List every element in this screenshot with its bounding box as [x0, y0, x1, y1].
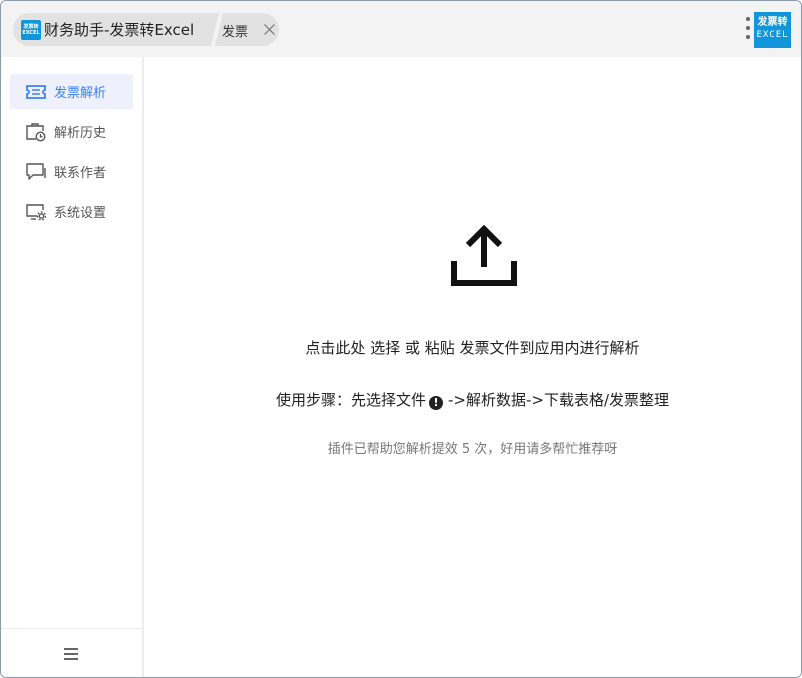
ticket-icon — [26, 85, 46, 99]
close-icon[interactable] — [263, 23, 276, 36]
main-content: 点击此处 选择 或 粘贴 发票文件到应用内进行解析 使用步骤：先选择文件! ->解… — [144, 57, 801, 677]
sidebar-item-label: 发票解析 — [54, 86, 107, 101]
tab-invoice[interactable]: 发票 — [221, 13, 279, 46]
sidebar-footer — [1, 628, 142, 677]
steps-suffix: ->解析数据->下载表格/发票整理 — [447, 391, 670, 409]
drop-or: 或 — [400, 339, 425, 357]
steps-prefix: 使用步骤：先选择文件 — [275, 391, 426, 409]
tab-app[interactable]: 发票转 EXCEL 财务助手-发票转Excel — [13, 13, 213, 46]
info-icon[interactable]: ! — [428, 396, 443, 410]
message-icon — [26, 163, 46, 180]
sidebar-item-label: 解析历史 — [54, 126, 107, 141]
drop-suffix: 发票文件到应用内进行解析 — [454, 339, 640, 357]
app-logo-icon: 发票转 EXCEL — [21, 20, 41, 40]
sidebar-item-contact[interactable]: 联系作者 — [10, 154, 133, 189]
history-icon — [26, 123, 46, 142]
usage-steps: 使用步骤：先选择文件! ->解析数据->下载表格/发票整理 — [144, 389, 801, 410]
select-file-link[interactable]: 选择 — [370, 339, 400, 357]
sidebar: 发票解析 解析历史 联系作者 系统设置 — [1, 57, 144, 677]
sidebar-item-invoice-parse[interactable]: 发票解析 — [10, 74, 133, 109]
title-bar: 发票转 EXCEL 财务助手-发票转Excel 发票 发票转 EXCEL — [1, 1, 801, 57]
app-logo-text-bottom: EXCEL — [22, 30, 40, 36]
settings-monitor-icon — [26, 204, 47, 221]
hamburger-icon[interactable] — [63, 647, 79, 661]
tab-app-label: 财务助手-发票转Excel — [44, 21, 195, 39]
usage-note: 插件已帮助您解析提效 5 次，好用请多帮忙推荐呀 — [327, 442, 618, 457]
brand-badge[interactable]: 发票转 EXCEL — [754, 12, 791, 48]
tab-invoice-label: 发票 — [222, 25, 249, 40]
tab-bar: 发票转 EXCEL 财务助手-发票转Excel 发票 — [13, 13, 279, 46]
sidebar-item-label: 系统设置 — [54, 206, 107, 221]
paste-file-link[interactable]: 粘贴 — [425, 339, 455, 357]
app-window: 发票转 EXCEL 财务助手-发票转Excel 发票 发票转 EXCEL 发票解… — [0, 0, 802, 678]
sidebar-item-history[interactable]: 解析历史 — [10, 114, 133, 149]
brand-badge-text-top: 发票转 — [757, 17, 788, 28]
drop-prefix: 点击此处 — [305, 339, 371, 357]
sidebar-item-settings[interactable]: 系统设置 — [10, 194, 133, 229]
brand-badge-text-bottom: EXCEL — [756, 30, 789, 40]
sidebar-item-label: 联系作者 — [54, 166, 107, 181]
drop-zone-text[interactable]: 点击此处 选择 或 粘贴 发票文件到应用内进行解析 — [144, 337, 801, 358]
upload-icon[interactable] — [450, 223, 518, 287]
more-vertical-icon[interactable] — [745, 17, 751, 43]
